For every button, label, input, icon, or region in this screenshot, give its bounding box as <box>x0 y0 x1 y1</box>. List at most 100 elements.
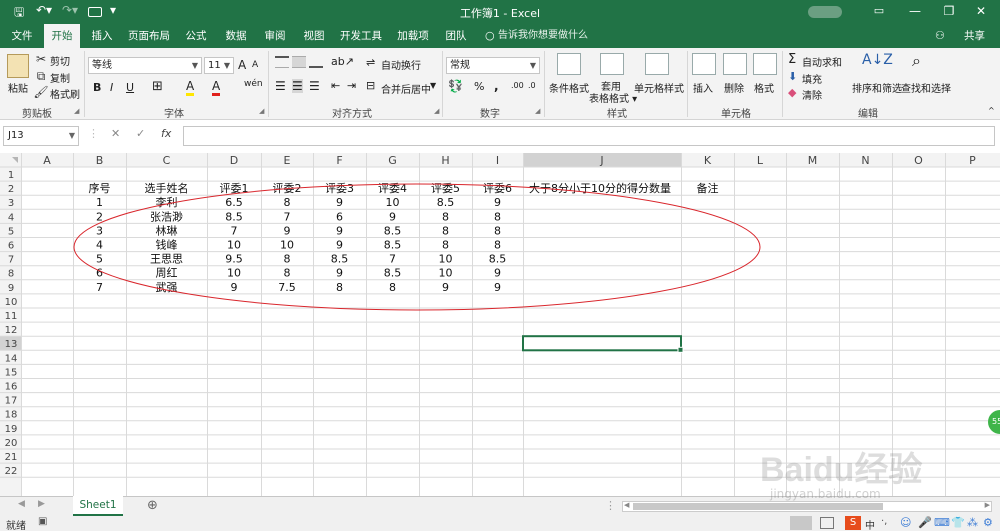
format-painter-icon[interactable]: 🖌 <box>33 85 49 99</box>
column-header-G[interactable]: G <box>388 154 397 167</box>
column-header-H[interactable]: H <box>441 154 449 167</box>
page-layout-view-icon[interactable] <box>820 517 834 529</box>
column-header-A[interactable]: A <box>43 154 51 167</box>
phonetic-icon[interactable]: wén <box>244 79 263 89</box>
align-center-icon[interactable]: ☰ <box>292 79 303 93</box>
collapse-ribbon-icon[interactable]: ^ <box>988 106 995 115</box>
cell-G7[interactable]: 7 <box>389 253 396 266</box>
row-header-3[interactable]: 3 <box>8 198 14 209</box>
cell-G6[interactable]: 8.5 <box>384 239 402 252</box>
wrap-text-icon[interactable]: ⇌ <box>366 56 375 69</box>
italic-button[interactable]: I <box>110 81 113 94</box>
shrink-font-icon[interactable]: A <box>252 60 258 70</box>
cell-D8[interactable]: 10 <box>227 267 241 280</box>
cell-D6[interactable]: 10 <box>227 239 241 252</box>
cell-I3[interactable]: 9 <box>494 196 501 209</box>
wrap-text-button[interactable]: 自动换行 <box>381 57 421 72</box>
restore-button[interactable]: ❐ <box>934 0 964 24</box>
column-header-N[interactable]: N <box>861 154 869 167</box>
number-format-combo[interactable]: 常规 ▼ <box>446 57 540 74</box>
merge-center-icon[interactable]: ⊟ <box>366 79 375 92</box>
row-header-18[interactable]: 18 <box>5 410 18 421</box>
column-header-J[interactable]: J <box>599 154 603 167</box>
cell-I4[interactable]: 8 <box>494 210 501 223</box>
row-header-1[interactable]: 1 <box>8 170 14 181</box>
normal-view-icon[interactable] <box>790 516 812 530</box>
horizontal-scroll-thumb[interactable] <box>633 503 883 510</box>
chevron-down-icon[interactable]: ▼ <box>430 81 436 90</box>
punctuation-icon[interactable]: ·, <box>881 516 887 527</box>
cell-E8[interactable]: 8 <box>284 267 291 280</box>
sort-filter-icon[interactable]: A↓Z <box>862 52 893 68</box>
number-launcher-icon[interactable]: ◢ <box>535 107 540 115</box>
cell-C7[interactable]: 王思思 <box>150 253 183 266</box>
cell-H3[interactable]: 8.5 <box>437 196 455 209</box>
font-color-icon[interactable]: A <box>212 79 221 96</box>
cell-C4[interactable]: 张浩渺 <box>150 209 183 223</box>
clear-button[interactable]: 清除 <box>802 87 822 102</box>
autosum-icon[interactable]: Σ <box>788 52 796 67</box>
add-sheet-button[interactable]: ⊕ <box>147 498 158 513</box>
cell-B4[interactable]: 2 <box>96 210 103 223</box>
fill-color-icon[interactable]: A <box>186 79 195 96</box>
cut-button[interactable]: 剪切 <box>50 53 70 68</box>
row-header-16[interactable]: 16 <box>5 382 18 393</box>
cell-I9[interactable]: 9 <box>494 281 501 294</box>
cell-F6[interactable]: 9 <box>336 239 343 252</box>
row-header-15[interactable]: 15 <box>5 367 18 378</box>
column-header-L[interactable]: L <box>757 154 764 167</box>
tab-data[interactable]: 数据 <box>218 24 254 48</box>
scissors-icon[interactable]: ✂ <box>33 52 49 66</box>
tab-home[interactable]: 开始 <box>44 24 80 48</box>
cell-E7[interactable]: 8 <box>284 253 291 266</box>
cell-D9[interactable]: 9 <box>231 281 238 294</box>
cell-F3[interactable]: 9 <box>336 196 343 209</box>
increase-decimal-button[interactable]: .00 <box>511 81 524 90</box>
increase-indent-icon[interactable]: ⇥ <box>347 79 356 92</box>
align-top-icon[interactable] <box>275 56 289 68</box>
column-header-I[interactable]: I <box>496 154 499 167</box>
cell-B7[interactable]: 5 <box>96 253 103 266</box>
decrease-decimal-button[interactable]: .0 <box>528 81 536 90</box>
fill-handle[interactable] <box>677 346 684 353</box>
tab-insert[interactable]: 插入 <box>84 24 120 48</box>
row-header-6[interactable]: 6 <box>8 241 14 252</box>
tab-file[interactable]: 文件 <box>4 24 40 48</box>
minimize-button[interactable]: — <box>900 0 930 24</box>
align-left-icon[interactable]: ☰ <box>275 79 286 93</box>
cell-D7[interactable]: 9.5 <box>225 253 243 266</box>
horizontal-scrollbar[interactable]: ◀ ▶ <box>622 501 992 512</box>
cell-E3[interactable]: 8 <box>284 196 291 209</box>
column-header-P[interactable]: P <box>969 154 976 167</box>
cell-B3[interactable]: 1 <box>96 196 103 209</box>
cell-H4[interactable]: 8 <box>442 210 449 223</box>
row-header-17[interactable]: 17 <box>5 396 18 407</box>
cell-C8[interactable]: 周红 <box>156 267 178 280</box>
microphone-icon[interactable]: 🎤 <box>918 516 932 529</box>
ime-mode-label[interactable]: 中 <box>865 517 875 532</box>
cell-J2[interactable]: 大于8分小于10分的得分数量 <box>529 181 671 195</box>
cell-B6[interactable]: 4 <box>96 239 103 252</box>
paste-icon[interactable] <box>7 54 29 78</box>
find-select-button[interactable]: 查找和选择 <box>901 80 951 95</box>
cell-F8[interactable]: 9 <box>336 267 343 280</box>
splitter-icon[interactable]: ⋮ <box>605 499 616 512</box>
orientation-icon[interactable]: ab↗ <box>331 55 354 68</box>
align-bottom-icon[interactable] <box>309 56 323 68</box>
row-header-19[interactable]: 19 <box>5 424 18 435</box>
underline-button[interactable]: U <box>126 81 134 94</box>
row-header-11[interactable]: 11 <box>5 311 18 322</box>
cell-G9[interactable]: 8 <box>389 281 396 294</box>
row-header-21[interactable]: 21 <box>5 452 18 463</box>
align-right-icon[interactable]: ☰ <box>309 79 320 93</box>
cell-F2[interactable]: 评委3 <box>325 182 354 195</box>
cell-E9[interactable]: 7.5 <box>278 281 296 294</box>
name-box[interactable]: J13 ▼ <box>3 126 79 146</box>
cell-F4[interactable]: 6 <box>336 210 343 223</box>
row-header-2[interactable]: 2 <box>8 184 14 195</box>
close-button[interactable]: ✕ <box>966 0 996 24</box>
search-icon[interactable]: ⌕ <box>912 51 921 71</box>
percent-button[interactable]: % <box>474 80 484 93</box>
column-header-C[interactable]: C <box>163 154 171 167</box>
border-icon[interactable]: ⊞ <box>152 79 163 94</box>
